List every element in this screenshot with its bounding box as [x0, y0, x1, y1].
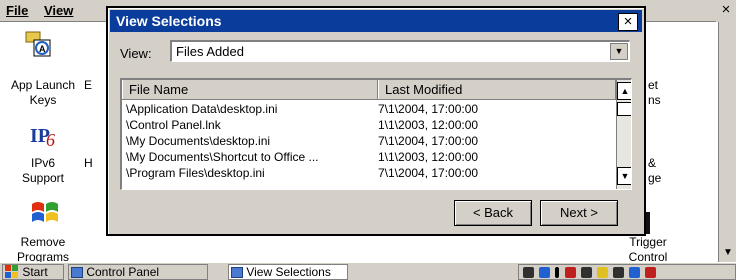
taskbar-label: Control Panel [86, 265, 160, 279]
taskbar-item-control-panel[interactable]: Control Panel [68, 264, 208, 280]
view-dropdown[interactable]: Files Added ▼ [170, 40, 630, 62]
back-button[interactable]: < Back [454, 200, 532, 226]
svg-text:A: A [39, 44, 46, 54]
file-name-cell: \My Documents\Shortcut to Office ... [126, 150, 319, 164]
taskbar-item-view-selections[interactable]: View Selections [228, 264, 348, 280]
file-name-cell: \Application Data\desktop.ini [126, 102, 278, 116]
next-button[interactable]: Next > [540, 200, 618, 226]
table-row[interactable]: \Control Panel.lnk 1\1\2003, 12:00:00 [122, 117, 616, 133]
partial-label: & ge [648, 156, 662, 185]
table-row[interactable]: \Application Data\desktop.ini 7\1\2004, … [122, 101, 616, 117]
wireless-icon[interactable] [539, 267, 550, 278]
date-cell: 7\1\2004, 17:00:00 [378, 166, 479, 180]
partial-label: H [84, 156, 93, 170]
trigger-control-label[interactable]: Trigger Control [608, 235, 688, 265]
column-header-file-name[interactable]: File Name [122, 80, 378, 99]
ipv6-label[interactable]: IPv6 Support [0, 156, 88, 186]
system-tray [518, 264, 736, 280]
vertical-scrollbar[interactable]: ▼ [718, 22, 736, 262]
scroll-up-arrow-icon[interactable]: ▲ [617, 82, 631, 100]
date-cell: 1\1\2003, 12:00:00 [378, 118, 479, 132]
scanner-icon[interactable] [645, 267, 656, 278]
window-icon [231, 267, 243, 278]
scroll-down-arrow-icon[interactable]: ▼ [719, 244, 736, 262]
network-icon[interactable] [523, 267, 534, 278]
table-row[interactable]: \My Documents\Shortcut to Office ... 1\1… [122, 149, 616, 165]
start-button[interactable]: Start [2, 264, 64, 280]
file-name-cell: \Control Panel.lnk [126, 118, 221, 132]
partial-label: et ns [648, 78, 661, 107]
partial-label: E [84, 78, 93, 92]
list-header: File Name Last Modified [122, 80, 616, 100]
battery-icon[interactable] [565, 267, 576, 278]
menu-view[interactable]: View [44, 2, 73, 20]
scroll-down-arrow-icon[interactable]: ▼ [617, 167, 631, 185]
sync-icon[interactable] [581, 267, 592, 278]
input-panel-icon[interactable] [629, 267, 640, 278]
view-selections-dialog: View Selections × View: Files Added ▼ Fi… [106, 6, 646, 236]
remove-programs-icon[interactable] [28, 196, 62, 230]
taskbar-label: View Selections [246, 265, 331, 279]
date-cell: 7\1\2004, 17:00:00 [378, 134, 479, 148]
taskbar: Start Control Panel View Selections [0, 262, 736, 280]
svg-text:6: 6 [46, 130, 55, 150]
close-icon[interactable]: × [716, 0, 736, 22]
scrollbar-thumb[interactable] [617, 102, 631, 116]
view-label: View: [120, 46, 152, 61]
info-icon[interactable] [555, 267, 559, 278]
start-label: Start [22, 265, 48, 279]
ipv6-icon[interactable]: IP 6 [30, 120, 60, 150]
menu-file[interactable]: File [6, 2, 28, 20]
date-cell: 1\1\2003, 12:00:00 [378, 150, 479, 164]
app-launch-keys-label[interactable]: App Launch Keys [0, 78, 88, 108]
windows-flag-icon [5, 265, 18, 278]
date-cell: 7\1\2004, 17:00:00 [378, 102, 479, 116]
list-scrollbar[interactable]: ▲ ▼ [616, 80, 631, 189]
table-row[interactable]: \My Documents\desktop.ini 7\1\2004, 17:0… [122, 133, 616, 149]
file-list[interactable]: File Name Last Modified \Application Dat… [120, 78, 632, 190]
remove-programs-label[interactable]: Remove Programs [0, 235, 88, 265]
table-row[interactable]: \Program Files\desktop.ini 7\1\2004, 17:… [122, 165, 616, 181]
keyboard-icon[interactable] [597, 267, 608, 278]
chevron-down-icon[interactable]: ▼ [610, 43, 628, 60]
app-launch-keys-icon[interactable]: A [24, 30, 54, 60]
close-icon[interactable]: × [618, 13, 638, 31]
dialog-title: View Selections [116, 13, 222, 29]
view-dropdown-value: Files Added [176, 44, 244, 59]
control-panel-icon [71, 267, 83, 278]
volume-icon[interactable] [613, 267, 624, 278]
dialog-title-bar: View Selections × [110, 10, 642, 32]
file-name-cell: \My Documents\desktop.ini [126, 134, 271, 148]
file-name-cell: \Program Files\desktop.ini [126, 166, 265, 180]
column-header-last-modified[interactable]: Last Modified [378, 80, 616, 99]
